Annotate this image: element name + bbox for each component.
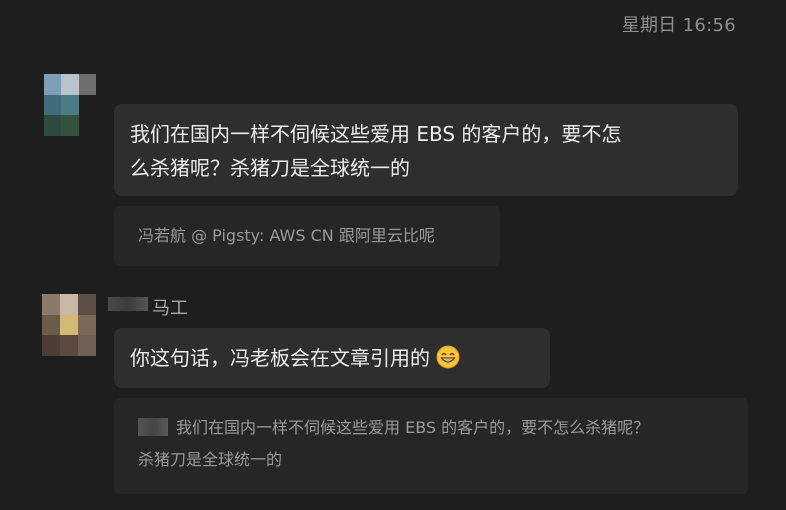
quote-text-line: 我们在国内一样不伺候这些爱用 EBS 的客户的，要不怎么杀猪呢？ bbox=[138, 412, 724, 444]
quote-text: 冯若航 @ Pigsty: AWS CN 跟阿里云比呢 bbox=[138, 226, 435, 245]
grinning-face-icon bbox=[436, 345, 460, 369]
message-text-line: 么杀猪呢？杀猪刀是全球统一的 bbox=[130, 156, 410, 180]
avatar[interactable] bbox=[44, 74, 96, 136]
quoted-message[interactable]: 冯若航 @ Pigsty: AWS CN 跟阿里云比呢 bbox=[114, 206, 500, 266]
sender-name: 马工 bbox=[152, 298, 188, 319]
quote-text-line: 杀猪刀是全球统一的 bbox=[138, 450, 283, 469]
message-bubble[interactable]: 你这句话，冯老板会在文章引用的 bbox=[114, 328, 550, 388]
avatar[interactable] bbox=[42, 294, 96, 356]
timestamp: 星期日 16:56 bbox=[621, 15, 736, 36]
quoted-sender-redacted bbox=[138, 418, 168, 436]
sender-name-redacted bbox=[108, 297, 148, 311]
quote-text: 我们在国内一样不伺候这些爱用 EBS 的客户的，要不怎么杀猪呢？ bbox=[176, 418, 650, 437]
message-text: 你这句话，冯老板会在文章引用的 bbox=[130, 346, 430, 370]
message-text-line: 我们在国内一样不伺候这些爱用 EBS 的客户的，要不怎 bbox=[130, 122, 622, 146]
message-bubble[interactable]: 我们在国内一样不伺候这些爱用 EBS 的客户的，要不怎 么杀猪呢？杀猪刀是全球统… bbox=[114, 104, 738, 196]
quoted-message[interactable]: 我们在国内一样不伺候这些爱用 EBS 的客户的，要不怎么杀猪呢？ 杀猪刀是全球统… bbox=[114, 398, 748, 494]
